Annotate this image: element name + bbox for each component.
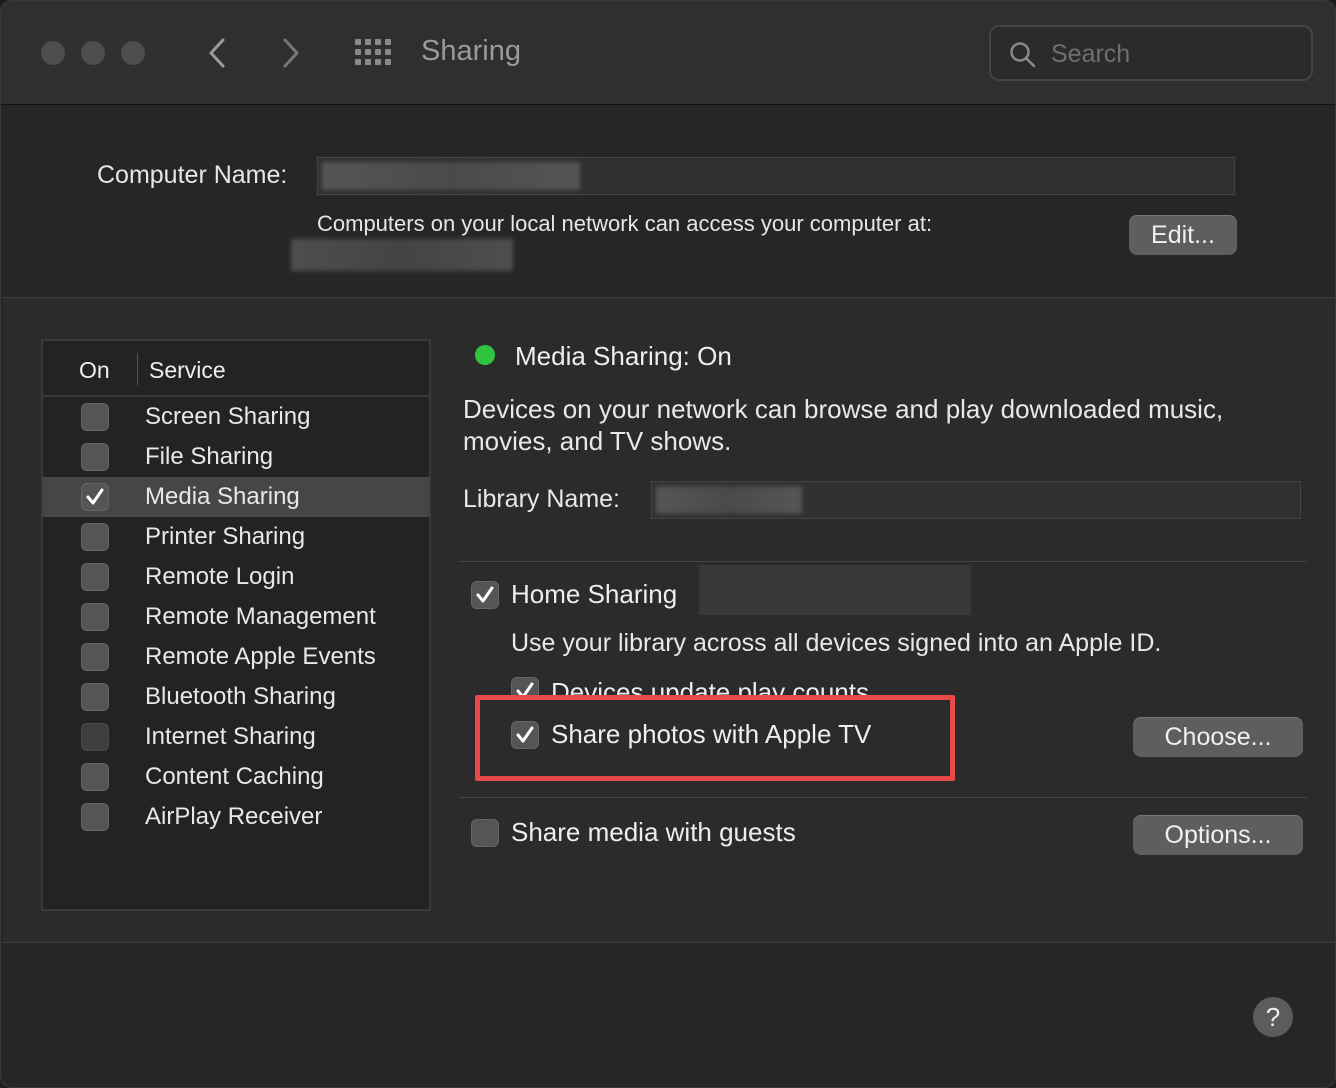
service-row[interactable]: Remote Login [43,557,429,597]
service-label: Internet Sharing [145,723,316,750]
share-guests-checkbox[interactable] [471,819,499,847]
chevron-left-icon [209,38,225,68]
search-input[interactable] [1051,37,1301,71]
service-label: Remote Login [145,563,295,590]
column-header-on[interactable]: On [79,357,110,384]
service-row[interactable]: File Sharing [43,437,429,477]
search-field[interactable] [989,25,1313,81]
service-checkbox[interactable] [81,763,109,791]
redacted-library-name [656,486,802,514]
zoom-window-button[interactable] [121,41,145,65]
service-label: Bluetooth Sharing [145,683,336,710]
service-checkbox[interactable] [81,563,109,591]
service-row[interactable]: Bluetooth Sharing [43,677,429,717]
service-row[interactable]: Remote Apple Events [43,637,429,677]
column-header-service[interactable]: Service [149,357,226,384]
service-label: Printer Sharing [145,523,306,550]
redacted-network-address [291,239,513,271]
library-name-label: Library Name: [463,485,620,513]
service-row[interactable]: AirPlay Receiver [43,797,429,837]
service-list: On Service Screen Sharing File Sharing Med… [41,339,431,911]
network-access-text: Computers on your local network can acce… [317,211,933,236]
service-checkbox[interactable] [81,443,109,471]
checkmark-icon [476,586,494,603]
update-play-counts-row: Devices update play counts [501,675,921,695]
service-checkbox[interactable] [81,603,109,631]
home-sharing-checkbox[interactable] [471,581,499,609]
forward-button[interactable] [271,33,311,73]
service-row[interactable]: Remote Management [43,597,429,637]
checkmark-icon [516,682,534,695]
checkmark-icon [86,488,104,505]
update-play-counts-label: Devices update play counts [551,677,869,695]
service-checkbox [81,723,109,751]
chevron-right-icon [283,38,299,68]
library-name-field[interactable] [651,481,1301,519]
service-description: Devices on your network can browse and p… [463,394,1224,456]
minimize-window-button[interactable] [81,41,105,65]
highlight-annotation [475,695,955,781]
close-window-button[interactable] [41,41,65,65]
service-row[interactable]: Media Sharing [43,477,429,517]
edit-button[interactable]: Edit... [1129,215,1237,255]
service-label: File Sharing [145,443,274,470]
service-status: Media Sharing: On [515,341,732,371]
service-checkbox[interactable] [81,403,109,431]
share-guests-label: Share media with guests [511,817,796,847]
service-row[interactable]: Internet Sharing [43,717,429,757]
service-label: Remote Management [145,603,376,630]
home-sharing-description: Use your library across all devices sign… [511,629,1162,657]
computer-name-field[interactable] [317,157,1235,195]
show-all-grid-icon[interactable] [353,37,393,69]
service-row[interactable]: Content Caching [43,757,429,797]
service-label: Screen Sharing [145,403,311,430]
redacted-computer-name [322,162,580,190]
divider [459,561,1307,562]
service-checkbox[interactable] [81,523,109,551]
search-icon [1010,42,1036,68]
service-checkbox[interactable] [81,683,109,711]
back-button[interactable] [197,33,237,73]
help-button[interactable]: ? [1253,997,1293,1037]
service-row[interactable]: Screen Sharing [43,397,429,437]
service-label: Remote Apple Events [145,643,376,670]
computer-name-label: Computer Name: [97,161,288,189]
divider [459,797,1307,798]
title-bar: Sharing [1,1,1335,105]
service-label: Content Caching [145,763,324,790]
service-checkbox[interactable] [81,643,109,671]
service-label: AirPlay Receiver [145,803,323,830]
update-play-counts-checkbox[interactable] [511,677,539,695]
service-list-header: On Service [43,341,429,397]
redacted-apple-id [699,565,971,615]
sharing-window: Sharing Computer Name: Computers on your… [0,0,1336,1088]
options-button[interactable]: Options... [1133,815,1303,855]
status-indicator-dot [475,345,495,365]
service-label: Media Sharing [145,483,300,510]
choose-button[interactable]: Choose... [1133,717,1303,757]
column-divider [137,353,138,385]
window-title: Sharing [421,35,521,67]
service-checkbox[interactable] [81,803,109,831]
home-sharing-label: Home Sharing [511,579,678,609]
service-row[interactable]: Printer Sharing [43,517,429,557]
service-checkbox[interactable] [81,483,109,511]
